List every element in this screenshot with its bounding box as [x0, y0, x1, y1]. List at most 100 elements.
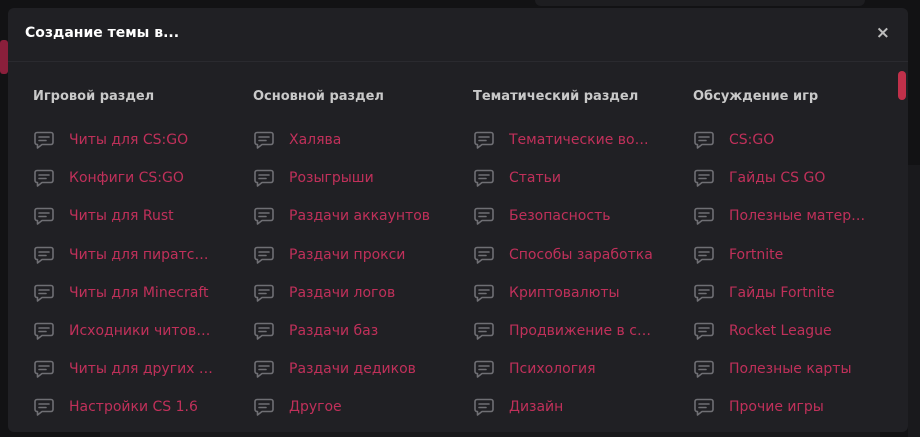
section-title: Игровой раздел	[33, 89, 155, 104]
forum-section-label: Раздачи прокси	[289, 246, 406, 263]
forum-section-link[interactable]: Способы заработка	[473, 243, 683, 267]
chat-bubble-icon	[33, 168, 55, 188]
forum-section-link[interactable]: Настройки CS 1.6	[33, 395, 243, 419]
forum-section-link[interactable]: Психология	[473, 357, 683, 381]
chat-bubble-icon	[693, 245, 715, 265]
forum-section-label: Статьи	[509, 170, 562, 187]
forum-section-label: Конфиги CS:GO	[69, 170, 184, 187]
forum-section-link[interactable]: Читы для CS:GO	[33, 128, 243, 152]
forum-section-label: Прочие игры	[729, 399, 824, 416]
forum-section-link[interactable]: Дизайн	[473, 395, 683, 419]
forum-section-label: Другое	[289, 399, 342, 416]
forum-section-link[interactable]: Раздачи аккаунтов	[253, 204, 463, 228]
section-title: Основной раздел	[253, 89, 384, 104]
chat-bubble-icon	[693, 206, 715, 226]
forum-section-label: Fortnite	[729, 246, 784, 263]
chat-bubble-icon	[253, 206, 275, 226]
chat-bubble-icon	[253, 130, 275, 150]
forum-section-link[interactable]: Читы для других игр	[33, 357, 243, 381]
forum-section-label: Исходники читов и софта	[69, 323, 213, 339]
forum-section-link[interactable]: Продвижение в соцсетях	[473, 319, 683, 343]
forum-section-label: Читы для Minecraft	[69, 284, 209, 301]
section-title: Обсуждение игр	[693, 89, 819, 104]
background-right-panel	[908, 165, 920, 437]
forum-section-label: Читы для пиратских игр	[69, 246, 213, 263]
forum-section-link[interactable]: Раздачи прокси	[253, 243, 463, 267]
chat-bubble-icon	[473, 397, 495, 417]
forum-section-link[interactable]: Гайды Fortnite	[693, 281, 896, 305]
forum-section-link[interactable]: Читы для пиратских игр	[33, 243, 243, 267]
forum-section-label: Психология	[509, 361, 596, 378]
chat-bubble-icon	[693, 283, 715, 303]
forum-section-link[interactable]: Полезные карты	[693, 357, 896, 381]
forum-section-link[interactable]: Раздачи дедиков	[253, 357, 463, 381]
chat-bubble-icon	[253, 321, 275, 341]
section-title: Тематический раздел	[473, 89, 639, 104]
chat-bubble-icon	[33, 321, 55, 341]
forum-section-link[interactable]: Читы для Rust	[33, 204, 243, 228]
forum-section-label: Раздачи дедиков	[289, 361, 416, 378]
forum-section-label: Полезные карты	[729, 361, 852, 378]
forum-section-label: Гайды CS GO	[729, 170, 826, 187]
forum-section-label: Розыгрыши	[289, 170, 374, 187]
chat-bubble-icon	[33, 283, 55, 303]
create-thread-modal: Создание темы в... × Игровой раздел Читы…	[8, 8, 908, 432]
forum-section-link[interactable]: Гайды CS GO	[693, 166, 896, 190]
chat-bubble-icon	[693, 359, 715, 379]
forum-section-label: Способы заработка	[509, 246, 653, 263]
forum-section-link[interactable]: Исходники читов и софта	[33, 319, 243, 343]
forum-section-link[interactable]: Безопасность	[473, 204, 683, 228]
close-button[interactable]: ×	[876, 23, 890, 43]
chat-bubble-icon	[253, 283, 275, 303]
modal-scrollbar-thumb[interactable]	[898, 71, 906, 100]
forum-section-link[interactable]: Халява	[253, 128, 463, 152]
chat-bubble-icon	[33, 130, 55, 150]
chat-bubble-icon	[253, 397, 275, 417]
chat-bubble-icon	[33, 359, 55, 379]
chat-bubble-icon	[473, 130, 495, 150]
chat-bubble-icon	[253, 168, 275, 188]
chat-bubble-icon	[693, 168, 715, 188]
modal-header: Создание темы в... ×	[8, 8, 908, 62]
chat-bubble-icon	[473, 206, 495, 226]
forum-section-link[interactable]: Конфиги CS:GO	[33, 166, 243, 190]
modal-title: Создание темы в...	[25, 25, 180, 41]
forum-section-link[interactable]: Другое	[253, 395, 463, 419]
forum-section-label: Дизайн	[509, 399, 564, 416]
forum-section-label: Читы для CS:GO	[69, 132, 189, 148]
background-bottom-strip	[100, 432, 880, 437]
chat-bubble-icon	[253, 359, 275, 379]
forum-section-label: Гайды Fortnite	[729, 284, 835, 301]
chat-bubble-icon	[693, 321, 715, 341]
forum-section-link[interactable]: Читы для Minecraft	[33, 281, 243, 305]
forum-section-label: Раздачи аккаунтов	[289, 208, 431, 225]
chat-bubble-icon	[33, 397, 55, 417]
forum-section-link[interactable]: Раздачи логов	[253, 281, 463, 305]
forum-sections: Игровой раздел Читы для CS:GO Конфиги CS:…	[8, 63, 896, 432]
forum-section-link[interactable]: Rocket League	[693, 319, 896, 343]
forum-section-link[interactable]: CS:GO	[693, 128, 896, 152]
forum-section-link[interactable]: Полезные материалы	[693, 204, 896, 228]
forum-section-label: Читы для других игр	[69, 361, 213, 378]
forum-section-label: Читы для Rust	[69, 208, 174, 225]
forum-section-link[interactable]: Статьи	[473, 166, 683, 190]
forum-section-link[interactable]: Тематические вопросы	[473, 128, 683, 152]
chat-bubble-icon	[253, 245, 275, 265]
forum-section-label: Полезные материалы	[729, 208, 873, 225]
forum-section-label: Криптовалюты	[509, 284, 620, 301]
forum-section-link[interactable]: Раздачи баз	[253, 319, 463, 343]
chat-bubble-icon	[473, 321, 495, 341]
forum-section-label: CS:GO	[729, 132, 775, 148]
forum-section-link[interactable]: Прочие игры	[693, 395, 896, 419]
forum-section-label: Халява	[289, 132, 342, 148]
background-accent-block	[0, 40, 8, 74]
forum-section-link[interactable]: Криптовалюты	[473, 281, 683, 305]
chat-bubble-icon	[473, 359, 495, 379]
forum-section-link[interactable]: Розыгрыши	[253, 166, 463, 190]
chat-bubble-icon	[473, 245, 495, 265]
forum-section-label: Тематические вопросы	[509, 132, 653, 148]
forum-section-link[interactable]: Fortnite	[693, 243, 896, 267]
forum-section-label: Безопасность	[509, 208, 611, 225]
forum-section-label: Настройки CS 1.6	[69, 399, 198, 416]
chat-bubble-icon	[33, 206, 55, 226]
